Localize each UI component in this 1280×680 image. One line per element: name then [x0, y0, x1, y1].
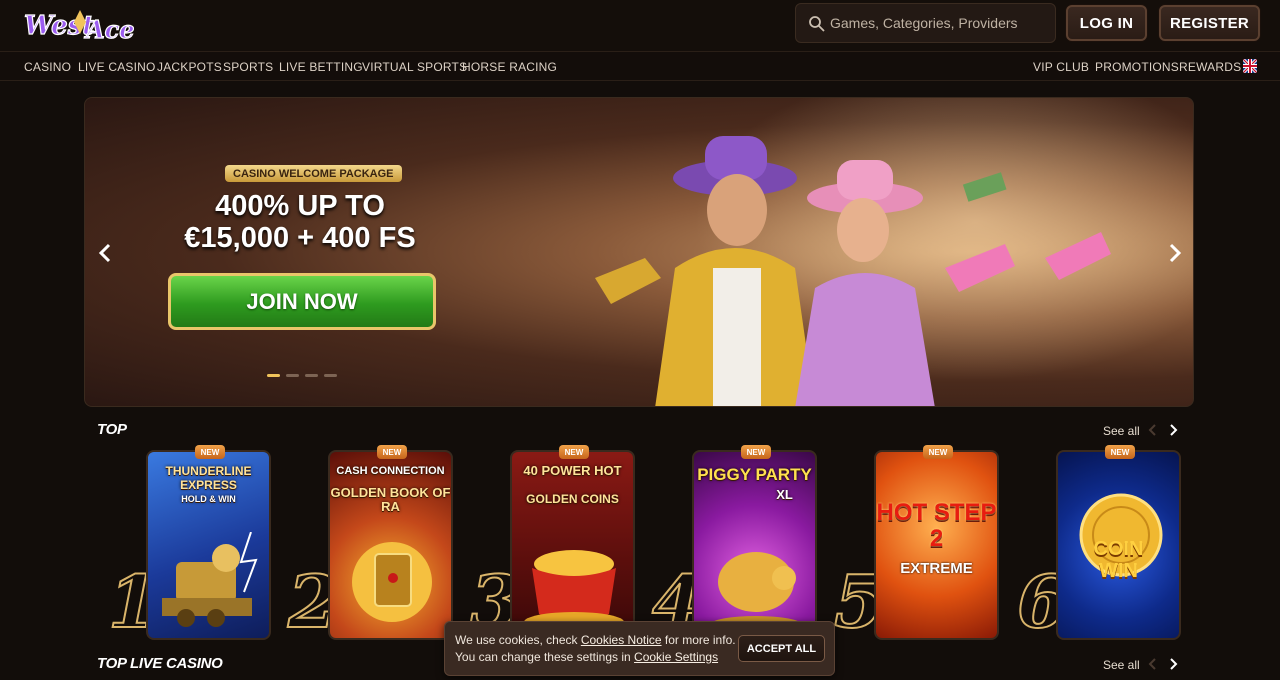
svg-text:Ace: Ace	[84, 15, 134, 44]
train-illustration	[162, 532, 258, 627]
game-title: HOT STEP 2	[876, 499, 997, 552]
game-tile[interactable]: NEW THUNDERLINE EXPRESS HOLD & WIN	[146, 445, 271, 640]
game-tile[interactable]: NEW HOT STEP 2 EXTREME	[874, 445, 999, 640]
nav-live-betting[interactable]: LIVE BETTING	[279, 60, 363, 74]
nav-sports[interactable]: SPORTS	[223, 60, 273, 74]
section-title-top: TOP	[97, 421, 127, 438]
game-subtitle: EXTREME	[900, 560, 973, 577]
piggy-bank-illustration	[711, 552, 801, 632]
hero-headline-line-1: 400% UP TO	[215, 190, 385, 222]
game-title: 40 POWER HOT	[523, 463, 622, 478]
hero-headline: 400% UP TO €15,000 + 400 FS	[175, 190, 425, 254]
slide-dot-4[interactable]	[324, 374, 337, 377]
game-tile[interactable]: NEW COIN WIN	[1056, 445, 1181, 640]
search-input[interactable]	[830, 4, 1050, 42]
new-badge: NEW	[923, 445, 953, 459]
nav-virtual-sports[interactable]: VIRTUAL SPORTS	[362, 60, 467, 74]
chevron-left-icon[interactable]	[95, 238, 115, 268]
nav-horse-racing[interactable]: HORSE RACING	[462, 60, 557, 74]
golden-book-illustration	[352, 542, 432, 622]
nav-promotions[interactable]: PROMOTIONS	[1095, 60, 1179, 74]
section-title-top-live-casino: TOP LIVE CASINO	[97, 655, 223, 672]
game-title: PIGGY PARTY	[697, 465, 812, 484]
register-button[interactable]: REGISTER	[1159, 5, 1260, 41]
slide-indicators	[267, 374, 337, 377]
chevron-left-icon[interactable]	[1146, 657, 1160, 671]
new-badge: NEW	[195, 445, 225, 459]
search-box[interactable]	[795, 3, 1056, 43]
welcome-package-label: CASINO WELCOME PACKAGE	[225, 165, 402, 182]
uk-flag-icon[interactable]	[1243, 59, 1257, 73]
see-all-top-link[interactable]: See all	[1103, 424, 1140, 438]
top-bar: West Ace LOG IN REGISTER	[0, 0, 1280, 52]
game-tile[interactable]: NEW CASH CONNECTION GOLDEN BOOK OF RA	[328, 445, 453, 640]
new-badge: NEW	[1105, 445, 1135, 459]
pot-of-gold-illustration	[524, 550, 624, 632]
accept-all-button[interactable]: ACCEPT ALL	[738, 635, 825, 662]
new-badge: NEW	[741, 445, 771, 459]
hero-characters-illustration	[595, 136, 1111, 406]
search-icon	[809, 16, 825, 32]
cookie-text-part: We use cookies, check	[455, 633, 581, 647]
chevron-left-icon[interactable]	[1146, 423, 1160, 437]
west-ace-logo[interactable]: West Ace	[22, 4, 134, 46]
game-tile[interactable]: NEW PIGGY PARTY XL	[692, 445, 817, 640]
game-subtitle: XL	[776, 487, 793, 502]
cookie-text: We use cookies, check Cookies Notice for…	[455, 632, 740, 666]
hero-banner[interactable]: CASINO WELCOME PACKAGE 400% UP TO €15,00…	[84, 97, 1194, 407]
game-subtitle: GOLDEN COINS	[526, 492, 619, 506]
game-subtitle: GOLDEN BOOK OF RA	[330, 485, 451, 514]
new-badge: NEW	[377, 445, 407, 459]
cookie-banner: We use cookies, check Cookies Notice for…	[444, 621, 835, 676]
game-tile[interactable]: NEW 40 POWER HOT GOLDEN COINS	[510, 445, 635, 640]
see-all-live-link[interactable]: See all	[1103, 658, 1140, 672]
main-nav: CASINO LIVE CASINO JACKPOTS SPORTS LIVE …	[0, 52, 1280, 81]
game-subtitle: WIN	[1099, 560, 1138, 582]
nav-rewards[interactable]: REWARDS	[1179, 60, 1241, 74]
hero-headline-line-2: €15,000 + 400 FS	[184, 222, 416, 254]
login-button[interactable]: LOG IN	[1066, 5, 1147, 41]
game-title: CASH CONNECTION	[336, 465, 445, 477]
nav-vip-club[interactable]: VIP CLUB	[1033, 60, 1089, 74]
game-title: THUNDERLINE EXPRESS	[165, 464, 252, 492]
new-badge: NEW	[559, 445, 589, 459]
cookie-settings-link[interactable]: Cookie Settings	[634, 650, 718, 664]
nav-jackpots[interactable]: JACKPOTS	[157, 60, 222, 74]
nav-casino[interactable]: CASINO	[24, 60, 71, 74]
cookies-notice-link[interactable]: Cookies Notice	[581, 633, 662, 647]
game-subtitle: HOLD & WIN	[181, 494, 236, 504]
join-now-button[interactable]: JOIN NOW	[168, 273, 436, 330]
chevron-right-icon[interactable]	[1166, 657, 1180, 671]
chevron-right-icon[interactable]	[1166, 423, 1180, 437]
slide-dot-3[interactable]	[305, 374, 318, 377]
chevron-right-icon[interactable]	[1165, 238, 1185, 268]
slide-dot-2[interactable]	[286, 374, 299, 377]
slide-dot-1[interactable]	[267, 374, 280, 377]
game-title: COIN	[1093, 538, 1144, 560]
nav-live-casino[interactable]: LIVE CASINO	[78, 60, 156, 74]
